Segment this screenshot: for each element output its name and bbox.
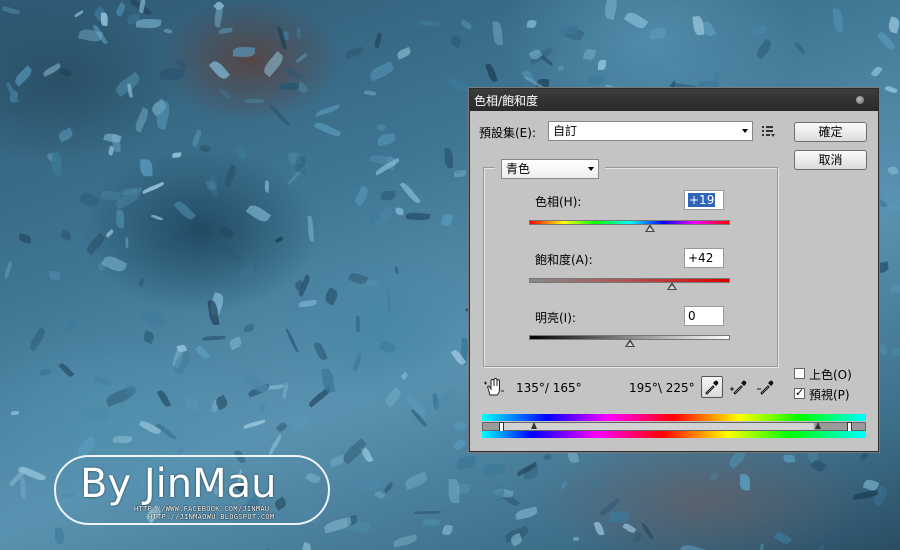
source-color-ramp — [482, 414, 866, 421]
preview-label: 預視(P) — [809, 388, 850, 402]
channel-value: 青色 — [506, 162, 531, 176]
range-right-readout: 195°\ 225° — [629, 381, 695, 395]
preset-select[interactable]: 自訂 — [548, 121, 753, 141]
range-slider-bar[interactable] — [482, 422, 866, 432]
dialog-title: 色相/飽和度 — [474, 94, 539, 108]
saturation-value: +42 — [688, 251, 714, 265]
hue-saturation-dialog: 色相/飽和度 預設集(E): 自訂 確定 取消 青色 色相(H): +19 飽和… — [469, 88, 879, 452]
list-options-icon[interactable] — [762, 125, 776, 137]
watermark-facebook-url: HTTP://WWW.FACEBOOK.COM/JINMAU — [134, 505, 270, 513]
chevron-down-icon — [588, 167, 594, 171]
hue-input[interactable]: +19 — [684, 190, 724, 210]
preset-value: 自訂 — [553, 124, 578, 138]
target-adjust-hand-icon[interactable] — [484, 378, 504, 396]
result-color-ramp — [482, 431, 866, 438]
ok-button[interactable]: 確定 — [794, 122, 867, 142]
hue-label: 色相(H): — [535, 195, 582, 209]
dialog-titlebar[interactable]: 色相/飽和度 — [470, 89, 878, 111]
range-selection — [503, 423, 814, 430]
eyedropper-icon — [705, 380, 719, 395]
preset-label: 預設集(E): — [479, 126, 536, 140]
hue-value: +19 — [688, 193, 716, 207]
eyedropper-plus-icon[interactable] — [730, 377, 750, 397]
eyedropper-button[interactable] — [701, 376, 723, 398]
range-handle-inner-left[interactable] — [531, 422, 537, 429]
colorize-checkbox[interactable] — [794, 368, 805, 379]
colorize-label: 上色(O) — [809, 368, 852, 382]
saturation-label: 飽和度(A): — [535, 253, 593, 267]
channel-select[interactable]: 青色 — [501, 159, 599, 179]
lightness-input[interactable]: 0 — [684, 306, 724, 326]
eyedropper-minus-icon[interactable] — [757, 377, 777, 397]
saturation-input[interactable]: +42 — [684, 248, 724, 268]
lightness-label: 明亮(I): — [535, 311, 576, 325]
range-left-readout: 135°/ 165° — [516, 381, 582, 395]
preview-checkbox[interactable] — [794, 386, 805, 399]
close-dot-icon[interactable] — [856, 96, 864, 104]
watermark-blog-url: HTTP://JINMAOWU.BLOGSPOT.COM — [148, 513, 275, 521]
saturation-slider-track[interactable] — [529, 278, 730, 283]
chevron-down-icon — [742, 129, 748, 133]
watermark-title: By JinMau — [80, 461, 277, 507]
lightness-value: 0 — [688, 309, 696, 323]
hue-slider-track[interactable] — [529, 220, 730, 225]
range-handle-inner-right[interactable] — [815, 422, 821, 429]
cancel-button[interactable]: 取消 — [794, 150, 867, 170]
